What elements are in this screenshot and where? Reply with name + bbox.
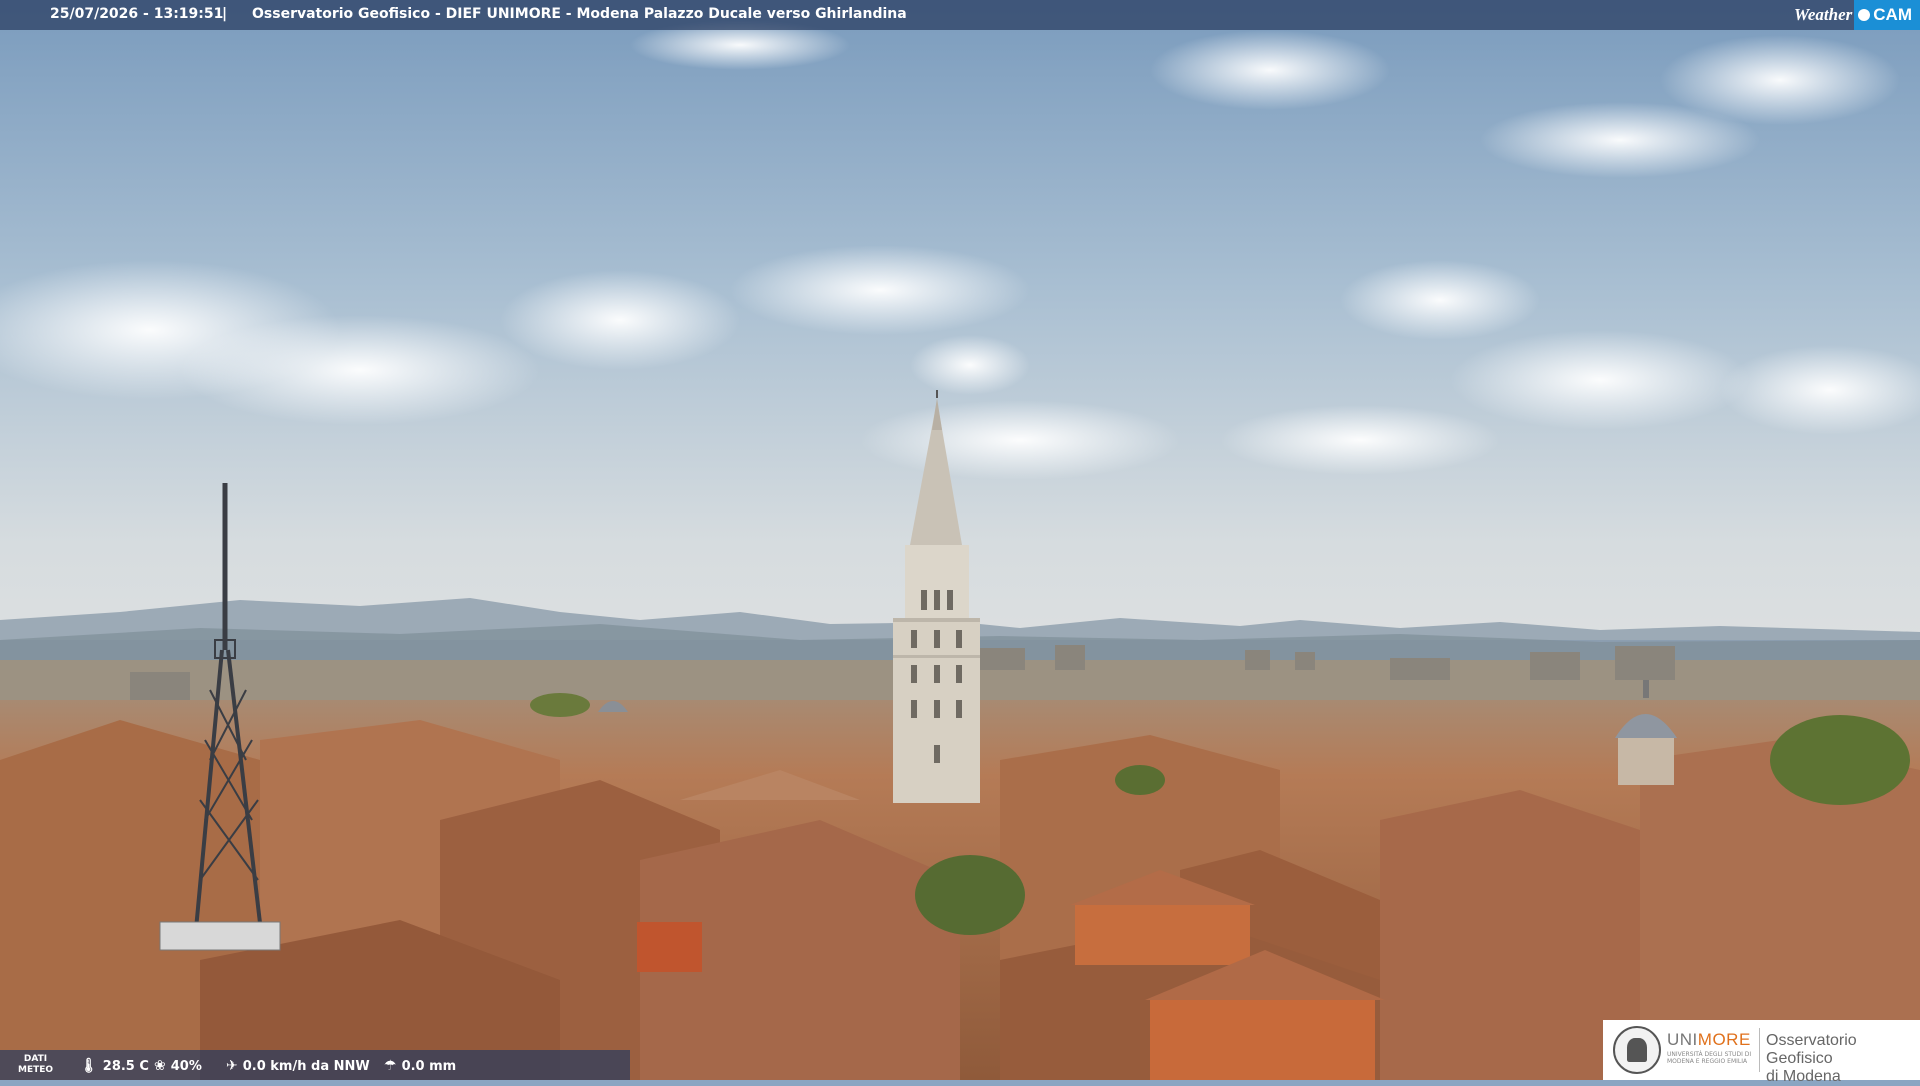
camera-lens-icon [1858,9,1871,21]
university-seal-icon [1613,1026,1661,1074]
humidity-drop-icon: ❀ [154,1058,166,1074]
timestamp: 25/07/2026 - 13:19:51 [50,6,224,22]
webcam-title-bar: 25/07/2026 - 13:19:51 | Osservatorio Geo… [0,0,1920,30]
rain-icon: ☂ [384,1058,397,1074]
unimore-logo-box: UNIMORE UNIVERSITÀ DEGLI STUDI DI MODENA… [1603,1020,1920,1085]
wind-readout: ✈ 0.0 km/h da NNW [226,1058,370,1074]
observatory-name: Osservatorio Geofisico di Modena [1766,1032,1857,1085]
title-separator: | [222,6,228,22]
thermometer-icon: 🌡︎ [80,1058,98,1074]
humidity-readout: ❀ 40% [154,1058,202,1074]
webcam-photo [0,0,1920,1080]
weathercam-logo-cam: CAM [1873,5,1912,24]
rain-readout: ☂ 0.0 mm [384,1058,457,1074]
weathercam-logo-weather: Weather [1794,5,1853,24]
wind-icon: ✈ [226,1058,238,1074]
unimore-wordmark: UNIMORE [1667,1030,1751,1049]
location-title: Osservatorio Geofisico - DIEF UNIMORE - … [252,6,907,22]
weather-data-bar: DATI METEO 🌡︎ 28.5 C ❀ 40% ✈ 0.0 km/h da… [0,1050,630,1080]
weathercam-logo: Weather CAM [1794,0,1920,30]
temperature-readout: 🌡︎ 28.5 C [80,1058,149,1074]
logo-divider [1759,1028,1760,1072]
weather-data-label: DATI METEO [18,1054,54,1075]
unimore-subtitle: UNIVERSITÀ DEGLI STUDI DI MODENA E REGGI… [1667,1051,1752,1065]
